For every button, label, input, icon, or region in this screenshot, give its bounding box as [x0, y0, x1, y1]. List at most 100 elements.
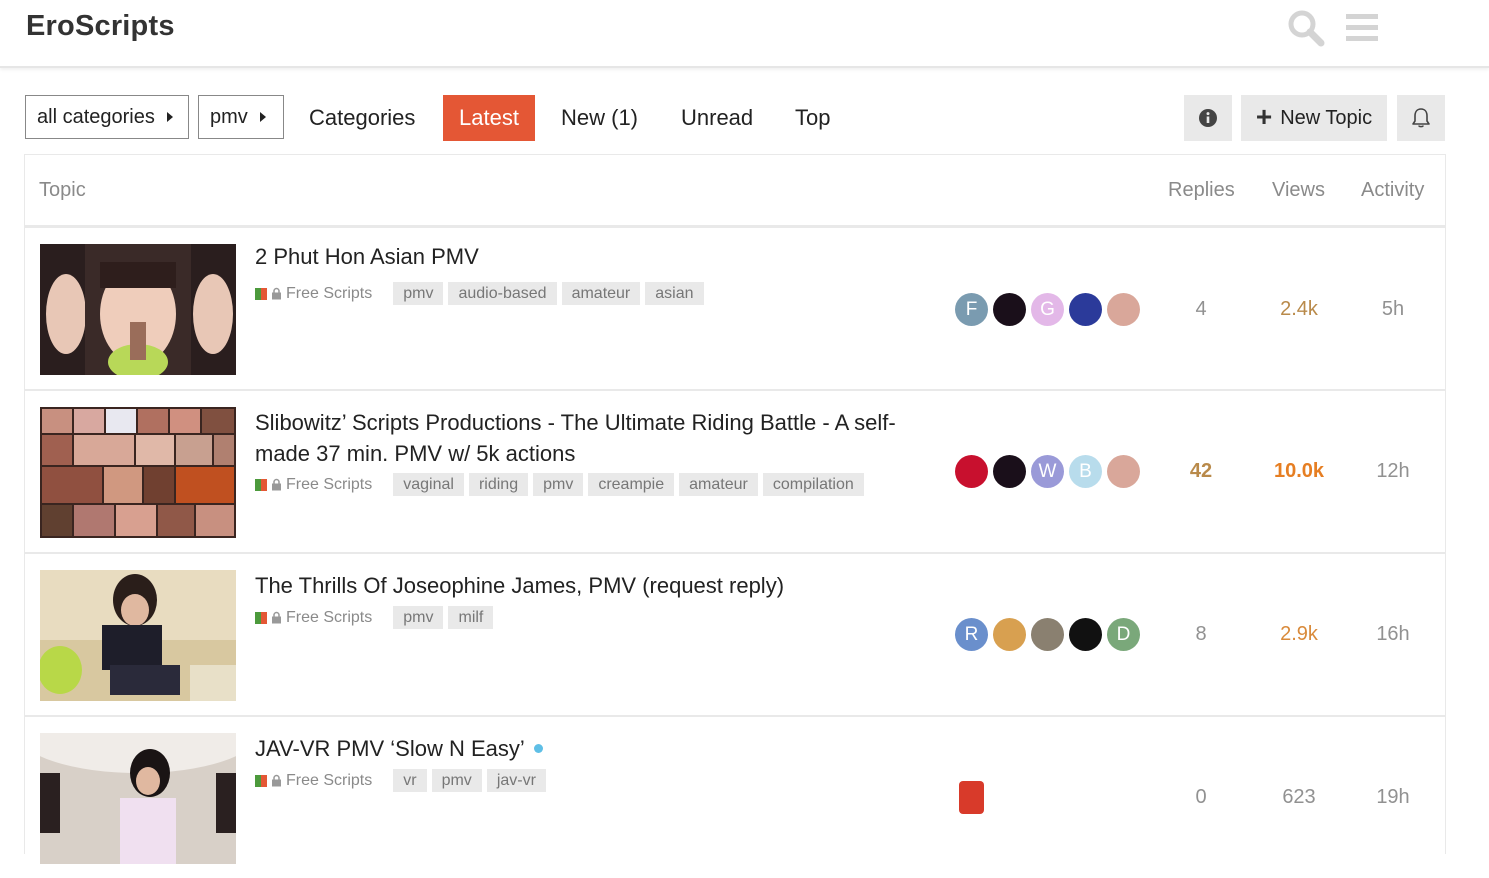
topic-row[interactable]: Slibowitz’ Scripts Productions - The Ult… [25, 391, 1445, 554]
tag[interactable]: creampie [588, 473, 675, 496]
avatar[interactable] [993, 455, 1026, 488]
topic-title[interactable]: 2 Phut Hon Asian PMV [255, 241, 935, 272]
site-header: EroScripts [0, 0, 1489, 68]
navigation-bar: all categories pmv Categories Latest New… [0, 95, 1489, 141]
tag-dropdown[interactable]: pmv [198, 95, 284, 139]
tag[interactable]: asian [645, 282, 704, 305]
avatar[interactable]: G [1031, 293, 1064, 326]
avatar[interactable] [1107, 293, 1140, 326]
avatar[interactable] [993, 293, 1026, 326]
avatar[interactable] [1107, 455, 1140, 488]
poster-avatars [955, 781, 989, 814]
site-logo[interactable]: EroScripts [26, 10, 175, 43]
header-views[interactable]: Views [1272, 179, 1325, 202]
tag[interactable]: pmv [393, 606, 444, 629]
avatar[interactable]: B [1069, 455, 1102, 488]
category-color-badge [255, 611, 267, 624]
topic-title[interactable]: Slibowitz’ Scripts Productions - The Ult… [255, 407, 935, 469]
menu-icon[interactable] [1343, 8, 1383, 48]
category-dropdown-label: all categories [37, 105, 155, 128]
activity-time[interactable]: 16h [1353, 623, 1433, 646]
lock-icon [272, 611, 281, 624]
reply-count[interactable]: 0 [1161, 786, 1241, 809]
topic-meta: Free Scripts pmv milf [255, 606, 498, 629]
nav-categories[interactable]: Categories [294, 95, 430, 141]
category-link[interactable]: Free Scripts [286, 285, 372, 303]
tag[interactable]: pmv [393, 282, 444, 305]
header-replies[interactable]: Replies [1168, 179, 1235, 202]
caret-right-icon [166, 112, 173, 122]
topic-title[interactable]: The Thrills Of Joseophine James, PMV (re… [255, 570, 935, 601]
tag[interactable]: amateur [561, 282, 641, 305]
topic-row[interactable]: The Thrills Of Joseophine James, PMV (re… [25, 554, 1445, 717]
activity-time[interactable]: 5h [1353, 298, 1433, 321]
nav-latest[interactable]: Latest [443, 95, 535, 141]
topic-meta: Free Scripts pmv audio-based amateur asi… [255, 282, 709, 305]
avatar[interactable] [1031, 618, 1064, 651]
bell-icon [1412, 108, 1430, 128]
tag-dropdown-label: pmv [210, 105, 248, 128]
view-count: 10.0k [1273, 460, 1325, 482]
topic-title-container: JAV-VR PMV ‘Slow N Easy’ [255, 733, 935, 764]
category-link[interactable]: Free Scripts [286, 609, 372, 627]
topic-row[interactable]: JAV-VR PMV ‘Slow N Easy’ Free Scripts vr… [25, 717, 1445, 878]
poster-avatars: W B [955, 455, 1145, 488]
topic-thumbnail[interactable] [40, 570, 236, 701]
avatar[interactable]: W [1031, 455, 1064, 488]
topic-list: Topic Replies Views Activity 2 Phut Hon … [24, 154, 1446, 864]
notification-button[interactable] [1397, 95, 1445, 141]
info-icon [1199, 109, 1217, 127]
new-topic-label: New Topic [1280, 106, 1373, 129]
info-button[interactable] [1184, 95, 1232, 141]
lock-icon [272, 478, 281, 491]
activity-time[interactable]: 19h [1353, 786, 1433, 809]
reply-count[interactable]: 42 [1161, 460, 1241, 483]
nav-top[interactable]: Top [780, 95, 845, 141]
tag[interactable]: jav-vr [486, 769, 546, 792]
tag[interactable]: riding [468, 473, 529, 496]
topic-meta: Free Scripts vr pmv jav-vr [255, 769, 551, 792]
category-link[interactable]: Free Scripts [286, 772, 372, 790]
reply-count[interactable]: 8 [1161, 623, 1241, 646]
new-topic-button[interactable]: + New Topic [1241, 95, 1387, 141]
topic-thumbnail[interactable] [40, 733, 236, 864]
avatar[interactable] [993, 618, 1026, 651]
avatar[interactable] [1069, 293, 1102, 326]
tag[interactable]: pmv [533, 473, 584, 496]
activity-time[interactable]: 12h [1353, 460, 1433, 483]
topic-thumbnail[interactable] [40, 407, 236, 538]
topic-row[interactable]: 2 Phut Hon Asian PMV Free Scripts pmv au… [25, 228, 1445, 391]
nav-new[interactable]: New (1) [546, 95, 653, 141]
plus-icon: + [1255, 100, 1273, 132]
view-count: 2.4k [1280, 298, 1318, 320]
category-link[interactable]: Free Scripts [286, 476, 372, 494]
tag[interactable]: vaginal [393, 473, 464, 496]
avatar[interactable]: R [955, 618, 988, 651]
tag[interactable]: vr [393, 769, 427, 792]
header-topic[interactable]: Topic [39, 179, 86, 202]
topic-list-header: Topic Replies Views Activity [25, 155, 1445, 228]
category-dropdown[interactable]: all categories [25, 95, 189, 139]
reply-count[interactable]: 4 [1161, 298, 1241, 321]
nav-unread[interactable]: Unread [666, 95, 768, 141]
tag[interactable]: milf [448, 606, 494, 629]
topic-thumbnail[interactable] [40, 244, 236, 375]
avatar[interactable]: F [955, 293, 988, 326]
tag[interactable]: audio-based [448, 282, 557, 305]
caret-right-icon [259, 112, 266, 122]
lock-icon [272, 287, 281, 300]
avatar[interactable] [1069, 618, 1102, 651]
tag[interactable]: amateur [679, 473, 758, 496]
avatar[interactable] [959, 781, 984, 814]
avatar[interactable] [955, 455, 988, 488]
tag[interactable]: compilation [762, 473, 864, 496]
category-color-badge [255, 478, 267, 491]
header-activity[interactable]: Activity [1361, 179, 1424, 202]
tag[interactable]: pmv [431, 769, 482, 792]
poster-avatars: R D [955, 618, 1145, 651]
topic-meta: Free Scripts vaginal riding pmv creampie… [255, 473, 869, 496]
category-color-badge [255, 287, 267, 300]
search-icon[interactable] [1286, 8, 1326, 48]
topic-title[interactable]: JAV-VR PMV ‘Slow N Easy’ [255, 736, 525, 761]
avatar[interactable]: D [1107, 618, 1140, 651]
